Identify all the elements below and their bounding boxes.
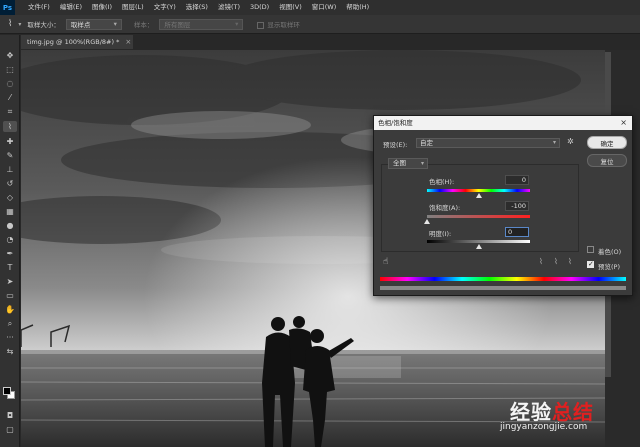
sample-select[interactable]: 所有图层 ▾ bbox=[159, 18, 244, 30]
sample-size-label: 取样大小： bbox=[27, 21, 60, 29]
photoshop-logo: Ps bbox=[0, 0, 15, 15]
tool-preset-chevron-icon[interactable]: ▾ bbox=[18, 21, 21, 28]
history-brush-tool-icon[interactable]: ↺ bbox=[3, 178, 17, 189]
chevron-down-icon: ▾ bbox=[552, 139, 556, 146]
close-icon[interactable]: × bbox=[620, 116, 627, 130]
marquee-tool-icon[interactable]: ⬚ bbox=[3, 64, 17, 75]
menu-item-2[interactable]: 图像(I) bbox=[87, 0, 117, 15]
dialog-title: 色相/饱和度 bbox=[378, 119, 413, 127]
menu-item-1[interactable]: 编辑(E) bbox=[55, 0, 87, 15]
gear-icon[interactable]: ✲ bbox=[567, 137, 574, 146]
lasso-tool-icon[interactable]: ◌ bbox=[3, 78, 17, 89]
eyedropper-plus-icon[interactable]: ⌇ bbox=[554, 257, 558, 266]
eyedropper-icon[interactable]: ⌇ bbox=[539, 257, 543, 266]
path-selection-tool-icon[interactable]: ➤ bbox=[3, 276, 17, 287]
blur-tool-icon[interactable]: ● bbox=[3, 220, 17, 231]
hand-tool-icon[interactable]: ✋ bbox=[3, 304, 17, 315]
hue-slider-thumb[interactable] bbox=[475, 193, 482, 198]
type-tool-icon[interactable]: T bbox=[3, 262, 17, 273]
chevron-down-icon: ▾ bbox=[420, 160, 424, 167]
healing-brush-tool-icon[interactable]: ✚ bbox=[3, 136, 17, 147]
eyedropper-minus-icon[interactable]: ⌇ bbox=[568, 257, 572, 266]
brush-tool-icon[interactable]: ✎ bbox=[3, 150, 17, 161]
eyedropper-icon[interactable]: ⌇ bbox=[8, 19, 12, 29]
chevron-down-icon: ▾ bbox=[235, 20, 239, 28]
reset-button[interactable]: 复位 bbox=[587, 154, 627, 167]
more-tools-icon[interactable]: ··· bbox=[3, 332, 17, 343]
screen-mode-icon[interactable]: ▢ bbox=[3, 424, 17, 435]
move-tool-icon[interactable]: ✥ bbox=[3, 50, 17, 61]
input-color-spectrum bbox=[380, 277, 626, 281]
close-tab-icon[interactable]: × bbox=[125, 38, 131, 46]
preset-label: 预设(E): bbox=[383, 141, 408, 149]
adjustment-panel bbox=[381, 164, 579, 252]
rectangle-tool-icon[interactable]: ▭ bbox=[3, 290, 17, 301]
zoom-tool-icon[interactable]: ⌕ bbox=[3, 318, 17, 329]
menu-item-3[interactable]: 图层(L) bbox=[117, 0, 149, 15]
lightness-slider-track[interactable] bbox=[427, 240, 530, 243]
document-tab[interactable]: timg.jpg @ 100%(RGB/8#) * × bbox=[21, 35, 133, 49]
options-bar: ⌇ ▾ 取样大小： 取样点 ▾ 样本： 所有图层 ▾ 显示取样环 bbox=[0, 15, 640, 34]
menu-item-5[interactable]: 选择(S) bbox=[181, 0, 213, 15]
channel-value: 全图 bbox=[393, 159, 406, 167]
swap-colors-icon[interactable]: ⇆ bbox=[3, 346, 17, 357]
checkbox-box bbox=[257, 21, 265, 29]
eraser-tool-icon[interactable]: ◇ bbox=[3, 192, 17, 203]
menu-bar: Ps 文件(F) 编辑(E) 图像(I) 图层(L) 文字(Y) 选择(S) 滤镜(T) 3D… bbox=[0, 0, 640, 15]
colorize-checkbox[interactable] bbox=[587, 246, 594, 253]
document-tab-bar: timg.jpg @ 100%(RGB/8#) * × bbox=[21, 35, 640, 49]
saturation-slider-track[interactable] bbox=[427, 215, 530, 218]
pen-tool-icon[interactable]: ✒ bbox=[3, 248, 17, 259]
quick-mask-icon[interactable]: ◘ bbox=[3, 410, 17, 421]
show-ring-label: 显示取样环 bbox=[267, 21, 300, 29]
sample-value: 所有图层 bbox=[164, 21, 191, 29]
sample-size-value: 取样点 bbox=[70, 21, 91, 29]
saturation-label: 饱和度(A): bbox=[429, 204, 461, 212]
menu-item-0[interactable]: 文件(F) bbox=[23, 0, 55, 15]
preset-select[interactable]: 自定 ▾ bbox=[416, 138, 560, 148]
clone-stamp-tool-icon[interactable]: ⊥ bbox=[3, 164, 17, 175]
menu-item-10[interactable]: 帮助(H) bbox=[341, 0, 374, 15]
watermark-text-part1: 经验 bbox=[510, 400, 552, 424]
watermark: 经验总结 jingyanzongjie.com bbox=[500, 396, 630, 441]
saturation-field[interactable]: -100 bbox=[505, 201, 529, 211]
output-color-spectrum bbox=[380, 286, 626, 290]
watermark-text-part2: 总结 bbox=[552, 400, 594, 424]
crop-tool-icon[interactable]: ⌗ bbox=[3, 106, 17, 117]
watermark-url: jingyanzongjie.com bbox=[500, 422, 588, 432]
eyedropper-tool-icon[interactable]: ⌇ bbox=[3, 121, 17, 132]
menu-item-9[interactable]: 窗口(W) bbox=[307, 0, 342, 15]
document-title: timg.jpg @ 100%(RGB/8#) * bbox=[27, 38, 120, 46]
targeted-adjustment-hand-icon[interactable]: ☝ bbox=[383, 257, 388, 267]
quick-select-tool-icon[interactable]: ⁄ bbox=[3, 92, 17, 103]
hue-field[interactable]: 0 bbox=[505, 175, 529, 185]
hue-label: 色相(H): bbox=[429, 178, 455, 186]
watermark-text: 经验总结 bbox=[510, 396, 594, 425]
dialog-titlebar[interactable]: 色相/饱和度 × bbox=[374, 116, 632, 130]
tools-panel: ✥ ⬚ ◌ ⁄ ⌗ ⌇ ✚ ✎ ⊥ ↺ ◇ ▦ ● ◔ ✒ T ➤ ▭ ✋ ⌕ … bbox=[0, 35, 20, 447]
menu-item-4[interactable]: 文字(Y) bbox=[149, 0, 181, 15]
preset-value: 自定 bbox=[420, 139, 433, 147]
foreground-color-swatch[interactable] bbox=[3, 387, 11, 395]
hue-slider-track[interactable] bbox=[427, 189, 530, 192]
gradient-tool-icon[interactable]: ▦ bbox=[3, 206, 17, 217]
menu-item-6[interactable]: 滤镜(T) bbox=[213, 0, 245, 15]
dodge-tool-icon[interactable]: ◔ bbox=[3, 234, 17, 245]
chevron-down-icon: ▾ bbox=[113, 20, 117, 28]
channel-select[interactable]: 全图 ▾ bbox=[388, 158, 428, 169]
sample-size-select[interactable]: 取样点 ▾ bbox=[65, 18, 122, 30]
lightness-label: 明度(I): bbox=[429, 230, 452, 238]
sample-label: 样本： bbox=[133, 21, 154, 29]
menu-item-7[interactable]: 3D(D) bbox=[245, 0, 274, 15]
saturation-slider-thumb[interactable] bbox=[424, 219, 430, 224]
show-ring-checkbox[interactable]: 显示取样环 bbox=[257, 19, 300, 29]
preview-label: 预览(P) bbox=[598, 263, 620, 271]
preview-checkbox[interactable] bbox=[587, 260, 594, 268]
hue-saturation-dialog: 色相/饱和度 × 预设(E): 自定 ▾ ✲ 确定 复位 全图 ▾ 色相(H):… bbox=[373, 115, 633, 296]
colorize-label: 着色(O) bbox=[598, 248, 622, 256]
menu-item-8[interactable]: 视图(V) bbox=[274, 0, 307, 15]
ok-button[interactable]: 确定 bbox=[587, 136, 627, 149]
lightness-field[interactable]: 0 bbox=[505, 227, 529, 237]
lightness-slider-thumb[interactable] bbox=[475, 244, 482, 249]
